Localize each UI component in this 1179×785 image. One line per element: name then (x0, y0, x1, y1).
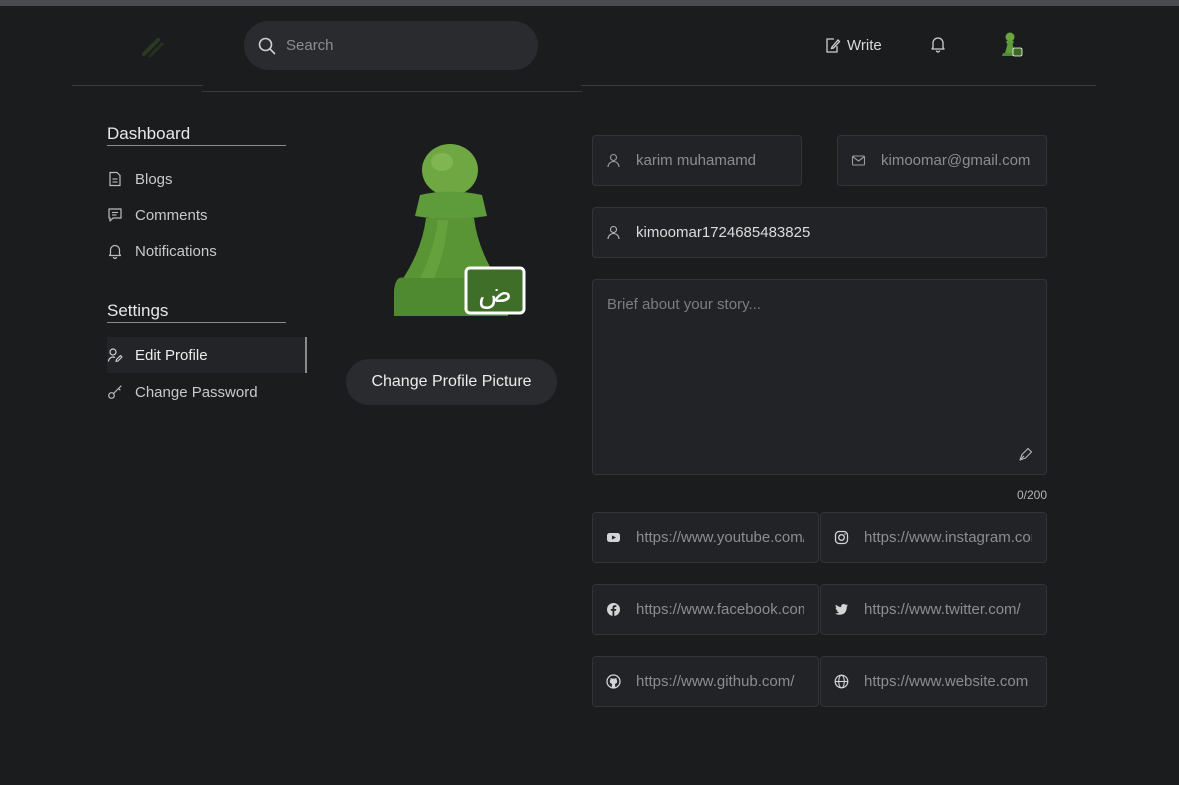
bio-textarea[interactable] (607, 296, 1027, 446)
user-avatar[interactable] (999, 31, 1023, 59)
nav-divider (72, 85, 203, 86)
fullname-field[interactable] (592, 135, 802, 186)
sidebar-item-notifications[interactable]: Notifications (107, 233, 307, 269)
instagram-icon (834, 530, 849, 545)
website-field[interactable] (820, 656, 1047, 707)
logo-icon[interactable] (138, 32, 166, 60)
sidebar-item-blogs[interactable]: Blogs (107, 161, 307, 197)
user-icon (607, 225, 620, 240)
search-underline (202, 91, 582, 92)
bell-icon (108, 244, 122, 259)
username-field[interactable] (592, 207, 1047, 258)
youtube-field[interactable] (592, 512, 819, 563)
email-field[interactable] (837, 135, 1047, 186)
user-edit-icon (107, 348, 123, 363)
bio-character-counter: 0/200 (1016, 488, 1047, 502)
github-input[interactable] (636, 673, 804, 690)
instagram-input[interactable] (864, 529, 1032, 546)
pen-icon (1019, 447, 1033, 461)
profile-picture[interactable]: ض (390, 140, 530, 320)
write-label: Write (847, 36, 882, 54)
settings-heading: Settings (107, 301, 169, 320)
change-profile-picture-button[interactable]: Change Profile Picture (346, 359, 557, 405)
edit-file-icon (826, 37, 841, 53)
github-icon (606, 674, 621, 689)
search-icon (258, 37, 276, 54)
dashboard-divider (107, 145, 286, 146)
sidebar-item-change-password[interactable]: Change Password (107, 374, 307, 410)
notification-bell-icon[interactable] (929, 35, 947, 53)
facebook-input[interactable] (636, 601, 804, 618)
twitter-icon (835, 604, 848, 615)
sidebar-item-label: Comments (135, 206, 208, 224)
nav-divider (581, 85, 1096, 86)
sidebar-item-label: Blogs (135, 170, 173, 188)
envelope-icon (851, 155, 866, 166)
bio-field[interactable] (592, 279, 1047, 475)
search-input[interactable] (286, 37, 506, 54)
username-input[interactable] (636, 224, 1032, 241)
key-icon (108, 385, 122, 399)
youtube-icon (607, 533, 620, 542)
comment-icon (108, 208, 122, 222)
twitter-input[interactable] (864, 601, 1032, 618)
github-field[interactable] (592, 656, 819, 707)
sidebar-item-edit-profile[interactable]: Edit Profile (107, 337, 307, 373)
sidebar-item-label: Change Password (135, 383, 258, 401)
sidebar-item-label: Edit Profile (135, 346, 208, 364)
sidebar-item-comments[interactable]: Comments (107, 197, 307, 233)
fullname-input[interactable] (636, 152, 787, 169)
facebook-field[interactable] (592, 584, 819, 635)
write-button[interactable]: Write (824, 34, 882, 56)
website-input[interactable] (864, 673, 1032, 690)
youtube-input[interactable] (636, 529, 804, 546)
sidebar-item-label: Notifications (135, 242, 217, 260)
dashboard-heading: Dashboard (107, 124, 191, 143)
settings-divider (107, 322, 286, 323)
email-input[interactable] (881, 152, 1032, 169)
facebook-icon (607, 603, 620, 616)
avatar-badge-letter: ض (478, 276, 512, 309)
instagram-field[interactable] (820, 512, 1047, 563)
search-bar[interactable] (244, 21, 538, 70)
document-icon (109, 171, 121, 187)
globe-icon (834, 674, 849, 689)
window-top-bar (0, 0, 1179, 6)
user-icon (607, 153, 620, 168)
twitter-field[interactable] (820, 584, 1047, 635)
